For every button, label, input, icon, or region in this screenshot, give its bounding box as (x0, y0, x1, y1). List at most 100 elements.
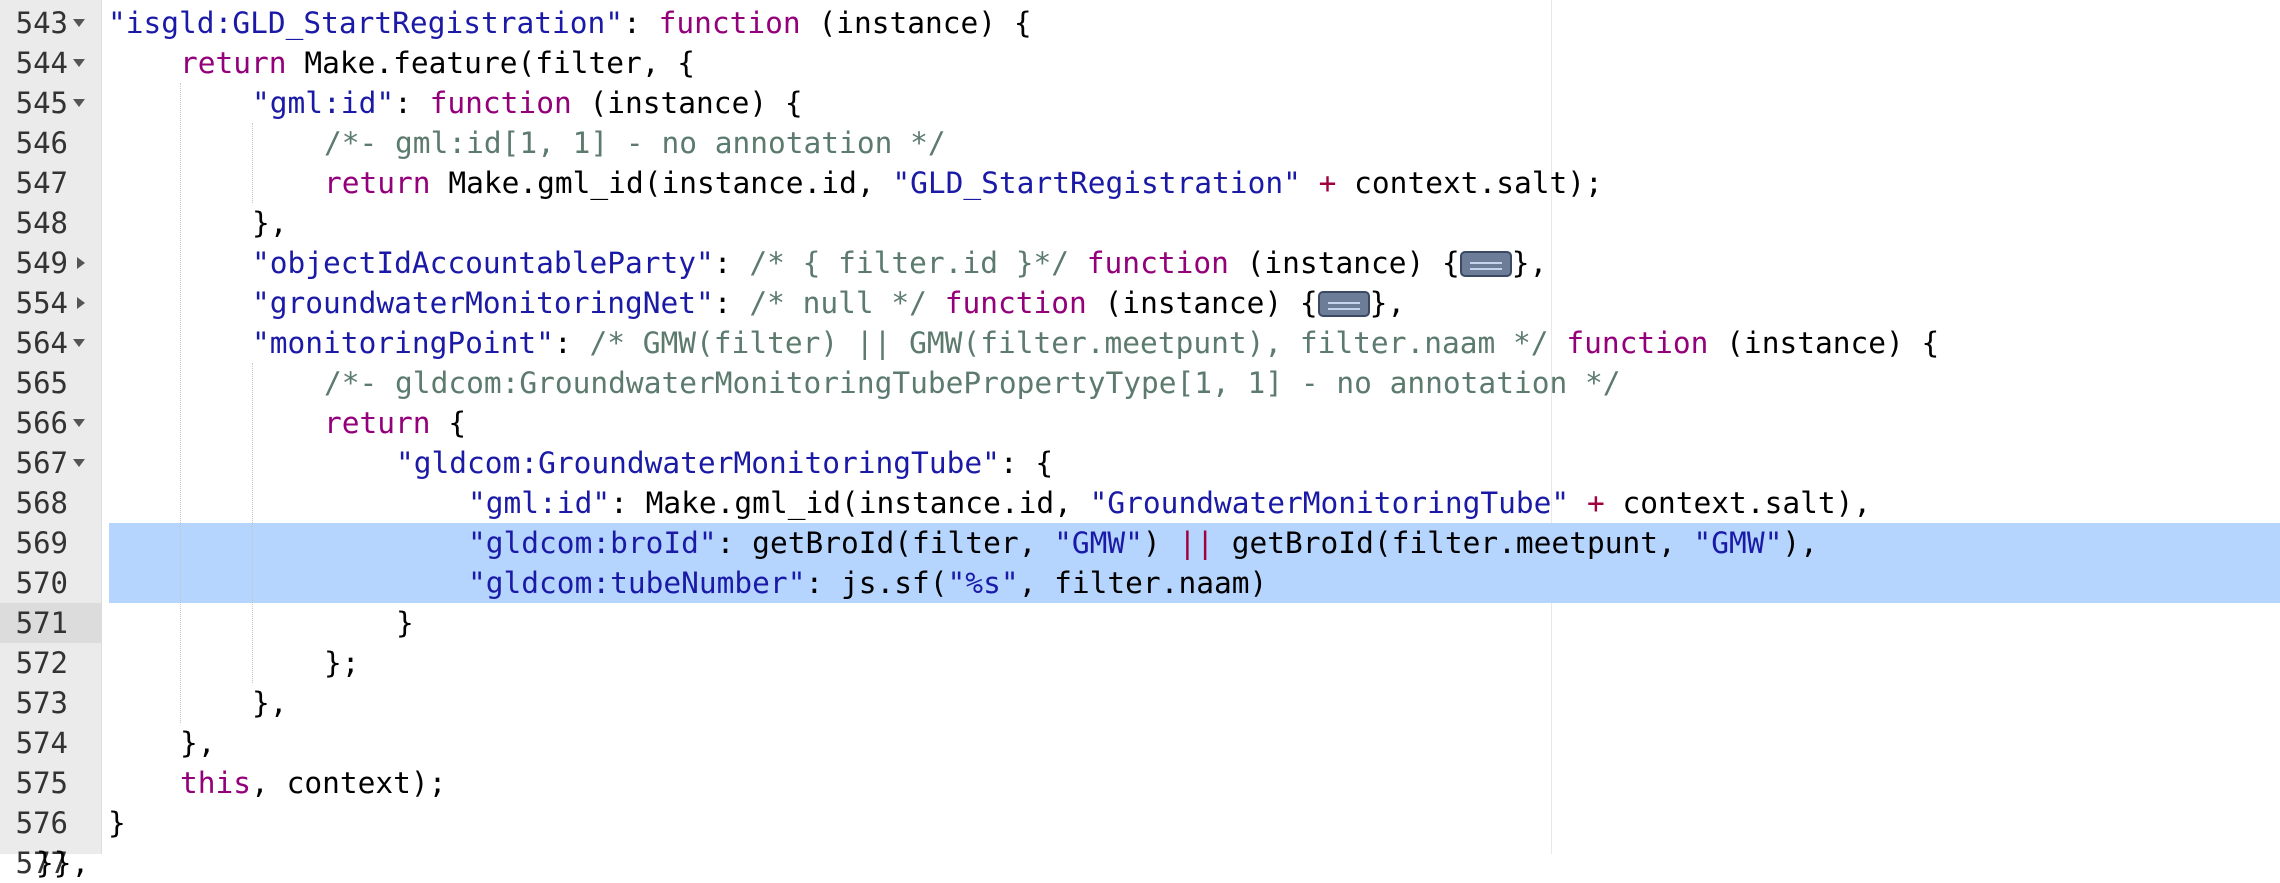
code-token: function (658, 6, 801, 40)
code-text: /*- gml:id[1, 1] - no annotation */ (324, 123, 946, 163)
code-token: Make.feature(filter, { (286, 46, 696, 80)
code-text: "gldcom:tubeNumber": js.sf("%s", filter.… (468, 563, 1267, 603)
line-number: 566 (15, 406, 68, 440)
code-text: "objectIdAccountableParty": /* { filter.… (252, 243, 1547, 283)
code-text: "gml:id": function (instance) { (252, 83, 803, 123)
code-text: "gml:id": Make.gml_id(instance.id, "Grou… (468, 483, 1871, 523)
code-line[interactable]: 576} (0, 803, 2280, 843)
code-token: (instance) { (1228, 246, 1460, 280)
code-line[interactable]: 565 /*- gldcom:GroundwaterMonitoringTubeP… (0, 363, 2280, 403)
code-token: "GMW" (1693, 526, 1783, 560)
code-line[interactable]: 547 return Make.gml_id(instance.id, "GLD_… (0, 163, 2280, 203)
code-line[interactable]: 544 return Make.feature(filter, { (0, 43, 2280, 83)
code-token: || (1178, 526, 1214, 560)
folded-code-widget-icon[interactable] (1317, 291, 1370, 317)
code-text: } (108, 803, 126, 843)
code-line[interactable]: 568 "gml:id": Make.gml_id(instance.id, "G… (0, 483, 2280, 523)
code-line[interactable]: 546 /*- gml:id[1, 1] - no annotation */ (0, 123, 2280, 163)
code-line[interactable]: 571} (0, 603, 2280, 643)
code-line[interactable]: 566 return { (0, 403, 2280, 443)
folded-code-widget-icon[interactable] (1459, 251, 1512, 277)
line-number: 549 (15, 246, 68, 280)
code-token: "gldcom:GroundwaterMonitoringTube" (396, 446, 1000, 480)
code-line[interactable]: 575 this, context); (0, 763, 2280, 803)
code-token: return (324, 166, 431, 200)
fold-closed-icon[interactable] (77, 297, 85, 309)
line-number: 568 (15, 486, 68, 520)
code-token: }, (1511, 246, 1548, 280)
code-token: /* GMW(filter) || GMW(filter.meetpunt), … (589, 326, 1549, 360)
line-number: 544 (15, 46, 68, 80)
line-number: 571 (15, 606, 68, 640)
code-token: "gml:id" (468, 486, 611, 520)
line-number: 574 (15, 726, 68, 760)
code-token: "monitoringPoint" (252, 326, 554, 360)
code-line[interactable]: 569 "gldcom:broId": getBroId(filter, "GMW… (0, 523, 2280, 563)
code-token: }, (252, 206, 288, 240)
code-text: return Make.feature(filter, { (180, 43, 695, 83)
code-token: + (1300, 166, 1355, 200)
code-token: Make.gml_id(instance.id, (430, 166, 893, 200)
code-token: (instance) { (1086, 286, 1318, 320)
code-token: , filter.naam) (1018, 566, 1268, 600)
line-number: 548 (15, 206, 68, 240)
line-number: 543 (15, 6, 68, 40)
code-token: : Make.gml_id(instance.id, (610, 486, 1090, 520)
code-token: this (180, 766, 252, 800)
code-token: getBroId(filter.meetpunt, (1213, 526, 1694, 560)
fold-closed-icon[interactable] (77, 257, 85, 269)
line-number: 569 (15, 526, 68, 560)
fold-open-icon[interactable] (73, 459, 85, 467)
code-text: }; (324, 643, 360, 683)
code-token: ), (1782, 526, 1818, 560)
code-token: "gml:id" (252, 86, 395, 120)
fold-open-icon[interactable] (73, 99, 85, 107)
code-line[interactable]: 545 "gml:id": function (instance) { (0, 83, 2280, 123)
fold-open-icon[interactable] (73, 59, 85, 67)
code-token: "GMW" (1054, 526, 1143, 560)
fold-open-icon[interactable] (73, 19, 85, 27)
code-text: this, context); (180, 763, 446, 803)
code-token: }, (180, 726, 216, 760)
code-token: : (713, 246, 750, 280)
code-token: context.salt), (1622, 486, 1872, 520)
code-line[interactable]: 564 "monitoringPoint": /* GMW(filter) || … (0, 323, 2280, 363)
code-token: : getBroId(filter, (716, 526, 1055, 560)
code-line[interactable]: 572}; (0, 643, 2280, 683)
code-token: "GroundwaterMonitoringTube" (1089, 486, 1570, 520)
code-line[interactable]: 570 "gldcom:tubeNumber": js.sf("%s", filt… (0, 563, 2280, 603)
fold-open-icon[interactable] (73, 339, 85, 347)
code-line[interactable]: 543 "isgld:GLD_StartRegistration": functi… (0, 3, 2280, 43)
code-token: "groundwaterMonitoringNet" (252, 286, 714, 320)
code-token: (instance) { (800, 6, 1032, 40)
line-number: 565 (15, 366, 68, 400)
code-text: return Make.gml_id(instance.id, "GLD_Sta… (324, 163, 1603, 203)
line-number: 573 (15, 686, 68, 720)
code-token: /* null */ (749, 286, 927, 320)
code-token: }}, (36, 846, 90, 880)
code-text: }, (252, 203, 288, 243)
line-number: 570 (15, 566, 68, 600)
code-text: }, (252, 683, 288, 723)
code-token: "GLD_StartRegistration" (892, 166, 1301, 200)
code-token: : (394, 86, 430, 120)
code-text: "gldcom:broId": getBroId(filter, "GMW") … (468, 523, 1818, 563)
code-line[interactable]: 567 "gldcom:GroundwaterMonitoringTube": { (0, 443, 2280, 483)
fold-open-icon[interactable] (73, 419, 85, 427)
line-number: 547 (15, 166, 68, 200)
code-line[interactable]: 573}, (0, 683, 2280, 723)
code-token: { (430, 406, 467, 440)
code-token: }; (324, 646, 360, 680)
code-token: return (180, 46, 287, 80)
code-line[interactable]: 554 "groundwaterMonitoringNet": /* null *… (0, 283, 2280, 323)
code-line[interactable]: 577}}, (0, 843, 2280, 883)
code-token: "gldcom:broId" (468, 526, 717, 560)
code-line[interactable]: 574}, (0, 723, 2280, 763)
code-line[interactable]: 549 "objectIdAccountableParty": /* { filt… (0, 243, 2280, 283)
code-line[interactable]: 548}, (0, 203, 2280, 243)
code-token: function (1566, 326, 1709, 360)
code-token: (instance) { (571, 86, 803, 120)
